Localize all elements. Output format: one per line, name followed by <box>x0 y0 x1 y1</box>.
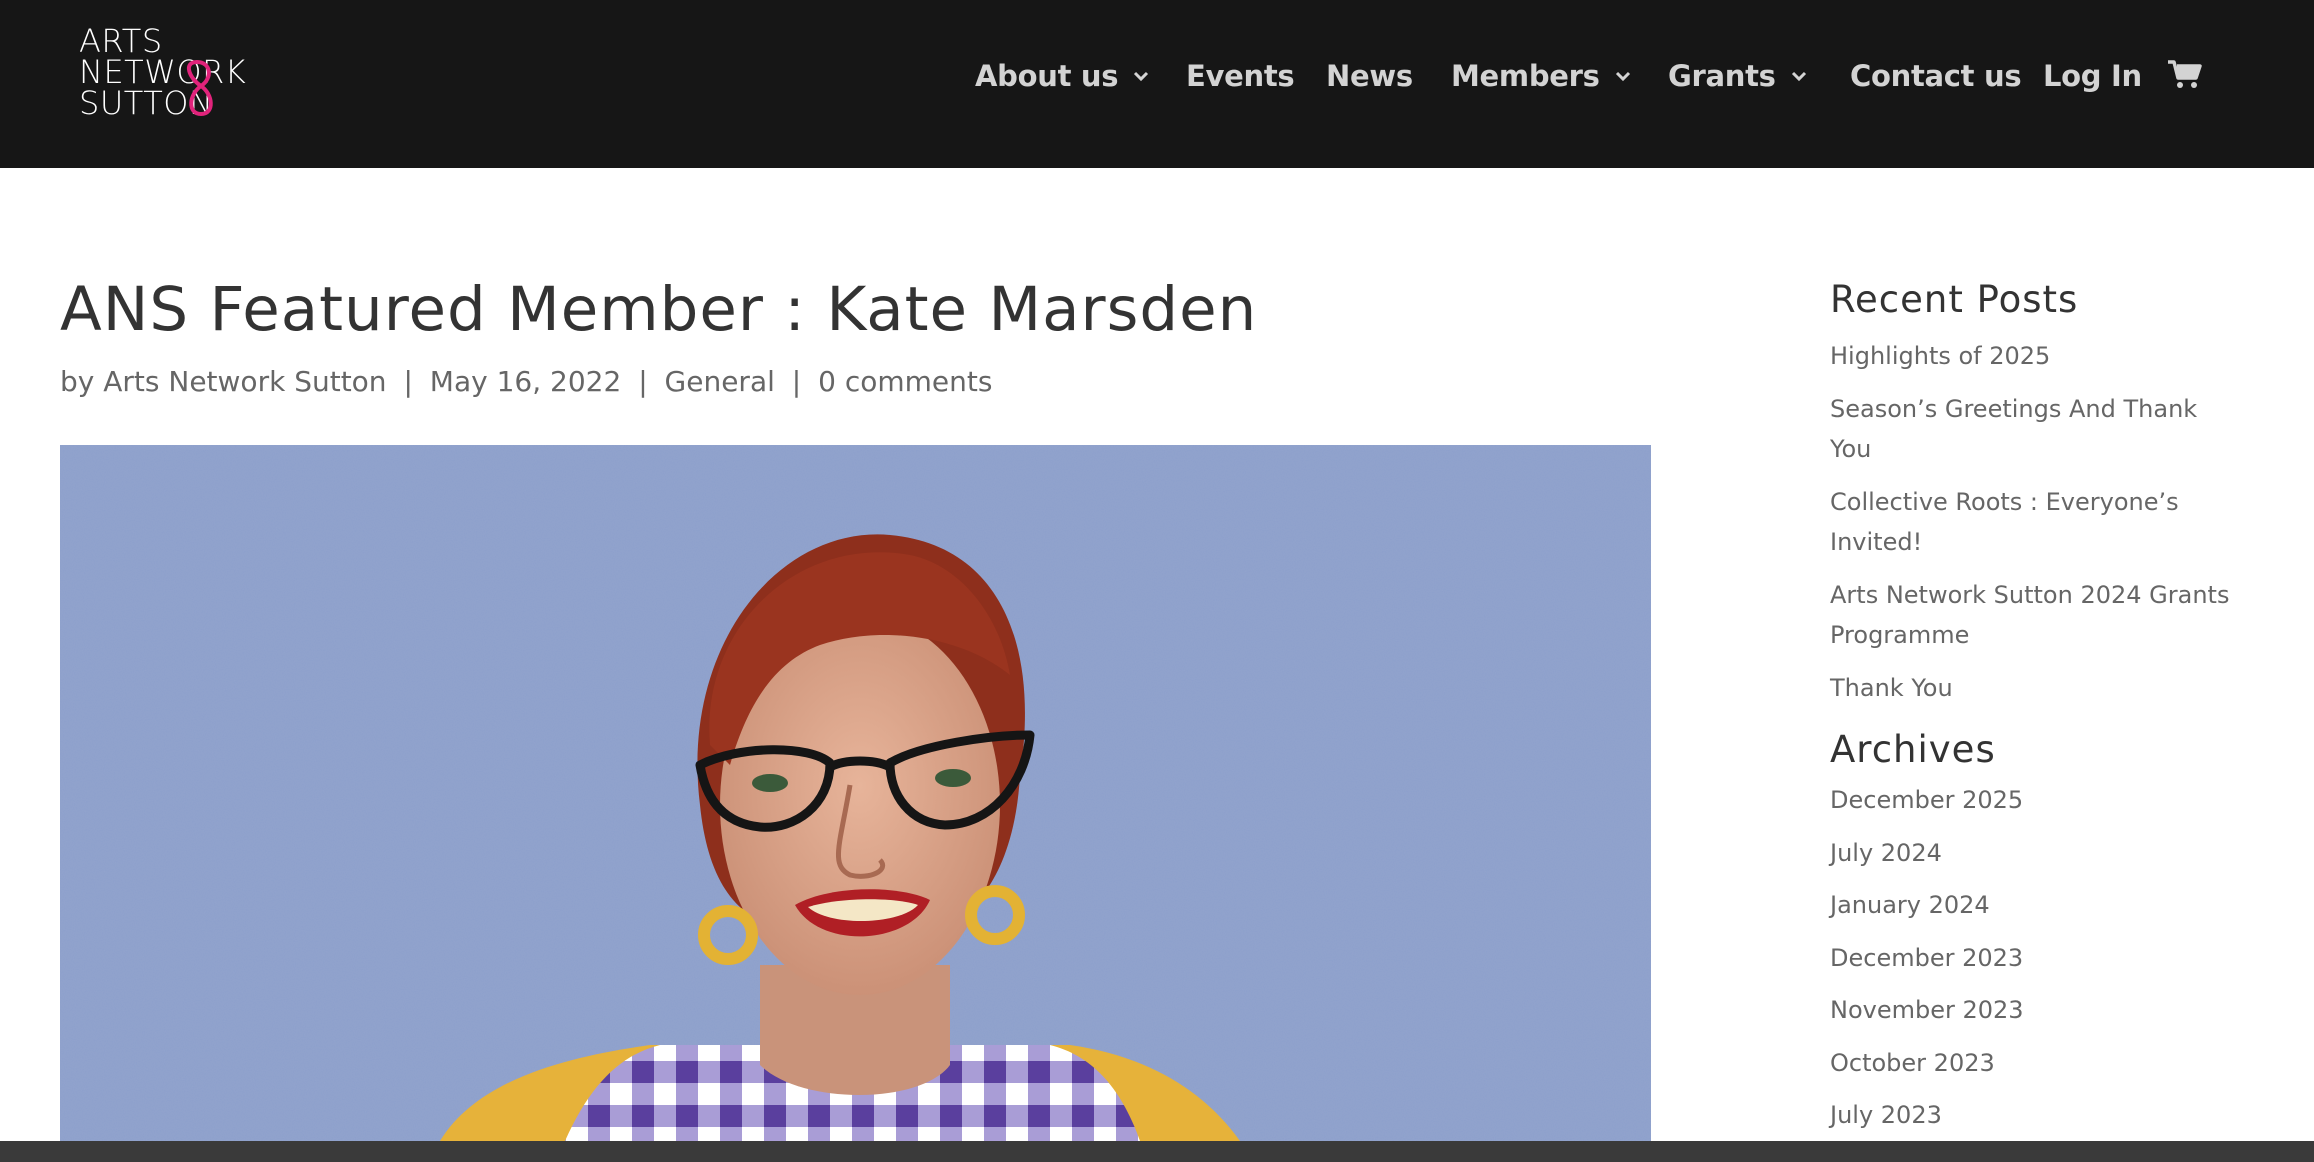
nav-members-label: Members <box>1451 59 1600 93</box>
list-item: Highlights of 2025 <box>1830 336 2230 376</box>
meta-separator: | <box>403 365 413 398</box>
member-portrait-photo <box>60 445 1651 1141</box>
recent-posts-widget: Recent Posts Highlights of 2025 Season’s… <box>1830 270 2230 721</box>
archive-link[interactable]: December 2025 <box>1830 786 2023 814</box>
chevron-down-icon <box>1790 70 1808 82</box>
recent-posts-title: Recent Posts <box>1830 278 2079 321</box>
nav-log-in[interactable]: Log In <box>2043 52 2142 100</box>
archive-link[interactable]: November 2023 <box>1830 996 2024 1024</box>
recent-post-link[interactable]: Collective Roots : Everyone’s Invited! <box>1830 488 2179 556</box>
post-meta: by Arts Network Sutton | May 16, 2022 | … <box>60 362 992 402</box>
author-link[interactable]: Arts Network Sutton <box>103 365 386 398</box>
meta-separator: | <box>791 365 802 398</box>
comments-link[interactable]: 0 comments <box>818 365 992 398</box>
nav-grants[interactable]: Grants <box>1668 52 1808 100</box>
site-logo[interactable]: ARTS NETWORK SUTTON <box>79 25 289 122</box>
nav-log-in-label: Log In <box>2043 59 2142 93</box>
list-item: Arts Network Sutton 2024 Grants Programm… <box>1830 575 2230 655</box>
list-item: Thank You <box>1830 668 2230 708</box>
nav-news-label: News <box>1326 59 1413 93</box>
list-item: January 2024 <box>1830 885 2230 925</box>
recent-post-link[interactable]: Season’s Greetings And Thank You <box>1830 395 2197 463</box>
list-item: July 2024 <box>1830 833 2230 873</box>
meta-separator: | <box>638 365 648 398</box>
meta-by: by <box>60 365 95 398</box>
nav-events[interactable]: Events <box>1186 52 1295 100</box>
nav-grants-label: Grants <box>1668 59 1776 93</box>
archive-link[interactable]: January 2024 <box>1830 891 1990 919</box>
category-link[interactable]: General <box>665 365 775 398</box>
archives-list: December 2025 July 2024 January 2024 Dec… <box>1830 780 2230 1135</box>
nav-about-us[interactable]: About us <box>975 52 1150 100</box>
recent-posts-list: Highlights of 2025 Season’s Greetings An… <box>1830 336 2230 708</box>
list-item: December 2025 <box>1830 780 2230 820</box>
nav-events-label: Events <box>1186 59 1295 93</box>
recent-post-link[interactable]: Thank You <box>1830 674 1953 702</box>
nav-about-us-label: About us <box>975 59 1119 93</box>
recent-post-link[interactable]: Highlights of 2025 <box>1830 342 2050 370</box>
featured-image <box>60 445 1651 1141</box>
list-item: Season’s Greetings And Thank You <box>1830 389 2230 469</box>
main-nav: About us Events News Members Grants Cont… <box>970 52 2314 100</box>
bottom-bar <box>0 1141 2314 1162</box>
list-item: November 2023 <box>1830 990 2230 1030</box>
archive-link[interactable]: July 2024 <box>1830 839 1942 867</box>
list-item: July 2023 <box>1830 1095 2230 1135</box>
archive-link[interactable]: October 2023 <box>1830 1049 1995 1077</box>
list-item: December 2023 <box>1830 938 2230 978</box>
post-date: May 16, 2022 <box>429 365 622 398</box>
chevron-down-icon <box>1132 70 1150 82</box>
recent-post-link[interactable]: Arts Network Sutton 2024 Grants Programm… <box>1830 581 2229 649</box>
list-item: October 2023 <box>1830 1043 2230 1083</box>
nav-news[interactable]: News <box>1326 52 1413 100</box>
archive-link[interactable]: July 2023 <box>1830 1101 1942 1129</box>
archive-link[interactable]: December 2023 <box>1830 944 2023 972</box>
site-header: ARTS NETWORK SUTTON About us Events News… <box>0 0 2314 168</box>
nav-members[interactable]: Members <box>1451 52 1632 100</box>
nav-contact-us[interactable]: Contact us <box>1850 52 2022 100</box>
list-item: Collective Roots : Everyone’s Invited! <box>1830 482 2230 562</box>
chevron-down-icon <box>1614 70 1632 82</box>
shopping-cart-icon[interactable] <box>2167 58 2203 94</box>
nav-contact-us-label: Contact us <box>1850 59 2022 93</box>
archives-title: Archives <box>1830 728 1996 771</box>
logo-line-3: SUTTON <box>79 84 214 122</box>
post-title: ANS Featured Member : Kate Marsden <box>60 274 1258 345</box>
archives-widget: Archives December 2025 July 2024 January… <box>1830 720 2230 1148</box>
